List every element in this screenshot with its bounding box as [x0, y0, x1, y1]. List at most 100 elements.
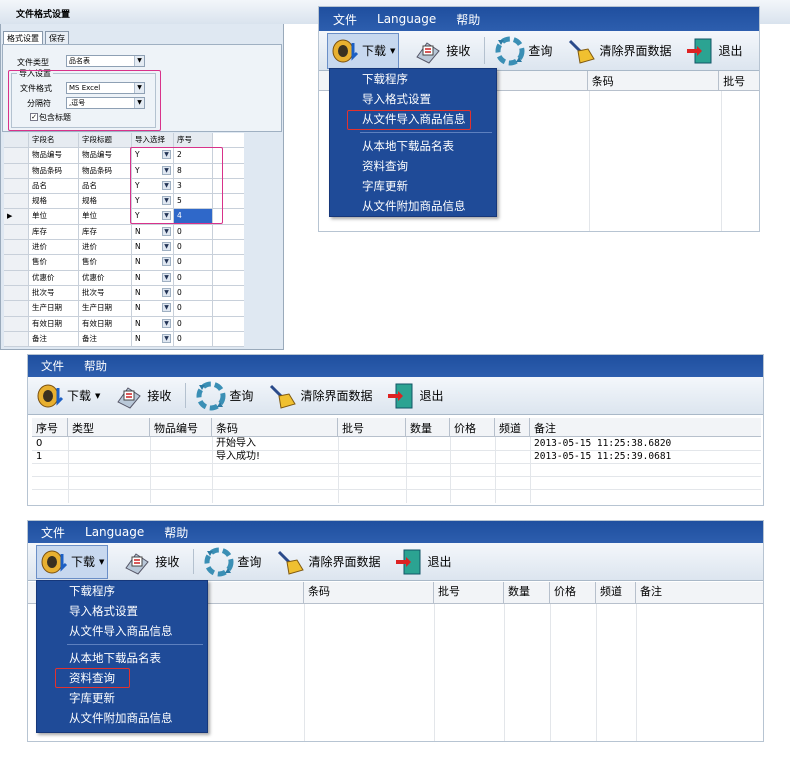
download-button[interactable]: 下载 ▼ — [36, 544, 109, 579]
cell-import-select[interactable]: N ▼ — [132, 331, 174, 347]
table-row[interactable]: 库存 库存 N ▼ 0 — [4, 224, 244, 241]
data-grid[interactable]: 0 开始导入 2013-05-15 11:25:38.6820 1 导入成功! … — [32, 437, 761, 503]
receive-icon — [125, 552, 150, 575]
cell-field-name: 单位 — [29, 209, 79, 224]
cell-seq[interactable]: 0 — [174, 224, 213, 240]
menu-item-append-from-file[interactable]: 从文件附加商品信息 — [330, 196, 496, 216]
cell-import-select[interactable]: N ▼ — [132, 240, 174, 255]
menu-help[interactable]: 帮助 — [84, 358, 107, 374]
cell-field-title: 物品编号 — [79, 148, 132, 163]
window-title: 文件格式设置 — [0, 0, 790, 24]
cell-import-select[interactable]: N ▼ — [132, 255, 174, 270]
cell-field-name: 物品条码 — [29, 163, 79, 178]
menu-item-font-update[interactable]: 字库更新 — [37, 688, 207, 708]
download-button[interactable]: 下载 ▼ — [36, 377, 100, 414]
cell-field-title: 有效日期 — [79, 316, 132, 331]
row-indicator — [4, 331, 29, 347]
cell-field-name: 进价 — [29, 240, 79, 255]
table-row[interactable]: 0 开始导入 2013-05-15 11:25:38.6820 — [32, 437, 761, 450]
menu-language[interactable]: Language — [377, 12, 436, 26]
cell-seq[interactable]: 0 — [174, 316, 213, 331]
row-indicator — [4, 194, 29, 209]
exit-label: 退出 — [427, 555, 452, 569]
menu-item-import-format[interactable]: 导入格式设置 — [37, 601, 207, 621]
download-button[interactable]: 下载 ▼ — [327, 32, 400, 69]
col-field-title: 字段标题 — [79, 133, 132, 148]
receive-button[interactable]: 接收 — [122, 543, 179, 580]
cell-import-select[interactable]: N ▼ — [132, 316, 174, 331]
table-row[interactable]: 进价 进价 N ▼ 0 — [4, 240, 244, 256]
chevron-down-icon: ▼ — [162, 303, 171, 313]
cell-import-select[interactable]: N ▼ — [132, 224, 174, 240]
cell-field-name: 售价 — [29, 255, 79, 270]
cell-field-title: 物品条码 — [79, 163, 132, 178]
menu-file[interactable]: 文件 — [41, 524, 65, 541]
download-dropdown-menu: 下载程序 导入格式设置 从文件导入商品信息 从本地下载品名表 资料查询 字库更新… — [329, 68, 497, 217]
menu-help[interactable]: 帮助 — [164, 524, 188, 541]
menu-help[interactable]: 帮助 — [456, 11, 480, 28]
col-import-select: 导入选择 — [132, 133, 174, 148]
query-icon — [196, 381, 226, 410]
exit-button[interactable]: 退出 — [386, 377, 443, 414]
dropdown-arrow-icon: ▼ — [99, 557, 105, 566]
chevron-down-icon: ▼ — [162, 318, 171, 328]
query-button[interactable]: 查询 — [495, 31, 552, 70]
file-type-select[interactable]: 品名表 ▼ — [66, 55, 145, 67]
exit-button[interactable]: 退出 — [394, 543, 451, 580]
cell-seq[interactable]: 0 — [174, 270, 213, 285]
tab-format-settings[interactable]: 格式设置 — [3, 31, 43, 44]
cell-import-select[interactable]: N ▼ — [132, 270, 174, 285]
exit-button[interactable]: 退出 — [685, 31, 742, 70]
row-indicator — [4, 316, 29, 331]
menu-item-append-from-file[interactable]: 从文件附加商品信息 — [37, 708, 207, 728]
cell-seq[interactable]: 0 — [174, 285, 213, 301]
menu-file[interactable]: 文件 — [333, 11, 357, 28]
menu-item-font-update[interactable]: 字库更新 — [330, 176, 496, 196]
cell-field-name: 优惠价 — [29, 270, 79, 285]
menu-item-download-program[interactable]: 下载程序 — [330, 69, 496, 89]
query-button[interactable]: 查询 — [204, 543, 261, 580]
table-row[interactable]: 优惠价 优惠价 N ▼ 0 — [4, 270, 244, 286]
menu-item-download-local[interactable]: 从本地下载品名表 — [37, 648, 207, 668]
tab-save[interactable]: 保存 — [45, 31, 69, 44]
select-value: N — [135, 272, 141, 282]
cell-seq[interactable]: 0 — [174, 255, 213, 270]
table-row[interactable]: 有效日期 有效日期 N ▼ 0 — [4, 316, 244, 332]
table-row[interactable]: 售价 售价 N ▼ 0 — [4, 255, 244, 271]
table-row[interactable]: 批次号 批次号 N ▼ 0 — [4, 285, 244, 302]
menubar: 文件 帮助 — [28, 355, 763, 377]
brush-icon — [569, 39, 596, 64]
clear-button[interactable]: 清除界面数据 — [566, 31, 671, 70]
cell-field-name: 生产日期 — [29, 301, 79, 316]
clear-button[interactable]: 清除界面数据 — [267, 377, 372, 414]
cell-barcode: 开始导入 — [216, 438, 256, 449]
clear-button[interactable]: 清除界面数据 — [275, 543, 380, 580]
brush-icon — [270, 384, 297, 409]
col-price: 价格 — [450, 418, 495, 436]
cell-import-select[interactable]: N ▼ — [132, 301, 174, 316]
table-row[interactable]: 1 导入成功! 2013-05-15 11:25:39.0681 — [32, 450, 761, 463]
cell-field-name: 品名 — [29, 178, 79, 194]
menu-item-data-query[interactable]: 资料查询 — [330, 156, 496, 176]
highlight-box — [55, 668, 130, 688]
table-row[interactable]: 生产日期 生产日期 N ▼ 0 — [4, 301, 244, 317]
cell-import-select[interactable]: N ▼ — [132, 285, 174, 301]
cell-seq[interactable]: 0 — [174, 301, 213, 316]
menu-item-import-from-file[interactable]: 从文件导入商品信息 — [37, 621, 207, 641]
cell-seq[interactable]: 0 — [174, 240, 213, 255]
menu-language[interactable]: Language — [85, 525, 144, 539]
table-row[interactable]: 备注 备注 N ▼ 0 — [4, 331, 244, 348]
receive-button[interactable]: 接收 — [114, 377, 171, 414]
receive-button[interactable]: 接收 — [413, 31, 470, 70]
menu-item-import-format[interactable]: 导入格式设置 — [330, 89, 496, 109]
row-indicator — [4, 270, 29, 285]
query-button[interactable]: 查询 — [196, 377, 253, 414]
menu-item-download-local[interactable]: 从本地下载品名表 — [330, 136, 496, 156]
cell-seq[interactable]: 0 — [174, 331, 213, 347]
menu-item-download-program[interactable]: 下载程序 — [37, 581, 207, 601]
highlight-box — [347, 110, 471, 130]
row-indicator — [4, 255, 29, 270]
menu-file[interactable]: 文件 — [41, 358, 64, 374]
dropdown-arrow-icon: ▼ — [390, 46, 396, 55]
chevron-down-icon: ▼ — [162, 287, 171, 297]
